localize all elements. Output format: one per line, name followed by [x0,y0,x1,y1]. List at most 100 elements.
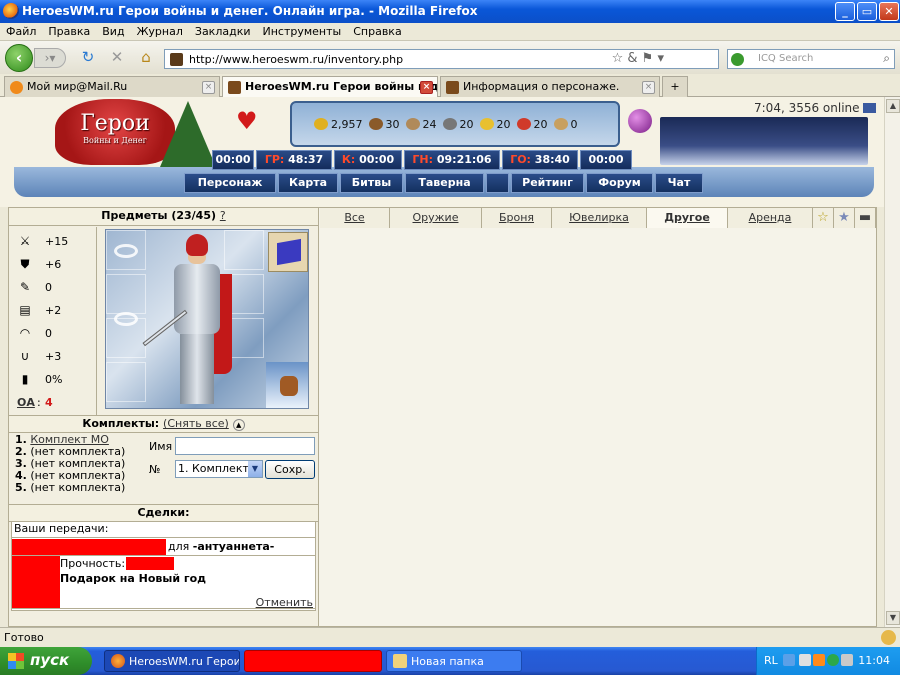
new-tab-button[interactable]: + [662,76,688,97]
stat-value: 0 [45,327,52,340]
timer: 00:00 [212,150,254,170]
ring-icon[interactable] [114,312,138,326]
game-nav-button[interactable]: Карта [278,173,338,193]
tray-media-icon[interactable] [813,654,825,666]
search-icon[interactable]: ⌕ [883,51,890,66]
tray-app-icon[interactable] [799,654,811,666]
chevron-down-icon[interactable]: ▼ [248,461,262,477]
oa-link[interactable]: ОА [17,396,35,409]
set-name-input[interactable] [175,437,315,455]
taskbar-folder[interactable]: Новая папка [386,650,522,672]
tray-volume-icon[interactable] [841,654,853,666]
url-bar[interactable]: http://www.heroeswm.ru/inventory.php ☆ &… [164,49,719,69]
menu-view[interactable]: Вид [96,23,130,38]
game-nav-button[interactable]: Таверна [405,173,484,193]
chest-icon[interactable]: ▬ [855,208,876,228]
status-bar: Готово [0,627,900,647]
game-nav-button[interactable]: Рейтинг [511,173,584,193]
help-link[interactable]: ? [220,209,226,222]
tab-mailru[interactable]: Мой мир@Mail.Ru × [4,76,220,97]
resource-row: 2,957 30 24 20 20 20 0 [314,118,604,136]
set-number-select[interactable]: 1. Комплект ▼ [175,460,263,478]
menu-file[interactable]: Файл [0,23,42,38]
save-set-button[interactable]: Сохр. [265,460,315,479]
game-nav-spacer [486,173,509,193]
taskbar-firefox[interactable]: HeroesWM.ru Герои ... [104,650,240,672]
scroll-down-icon[interactable]: ▼ [886,611,900,625]
start-button[interactable]: пуск [0,647,92,675]
stop-icon[interactable]: ✕ [107,49,127,66]
spellbook-slot[interactable] [268,232,308,272]
number-label: № [149,463,161,476]
forward-arrow-icon[interactable]: ›▾ [34,48,66,68]
search-placeholder[interactable]: ICQ Search [758,53,813,64]
menu-help[interactable]: Справка [347,23,407,38]
status-smiley-icon[interactable] [881,630,896,645]
timer-label: ГР: [264,153,285,166]
game-nav-button[interactable]: Чат [655,173,703,193]
folder-icon [393,654,407,668]
stat-value: 0 [45,281,52,294]
window-title-bar: HeroesWM.ru Герои войны и денег. Онлайн … [0,0,900,23]
menu-history[interactable]: Журнал [131,23,189,38]
timer-value: 00:00 [215,153,251,166]
game-nav-button[interactable]: Форум [586,173,653,193]
category-tab[interactable]: Аренда [728,208,813,228]
spellbook-icon: ▤ [19,303,31,317]
close-button[interactable]: ✕ [879,2,899,21]
collapse-icon[interactable]: ▲ [232,419,245,431]
category-tab[interactable]: Оружие [390,208,482,228]
home-icon[interactable]: ⌂ [136,49,156,66]
taskbar-label: Новая папка [411,655,484,668]
back-arrow-icon[interactable]: ‹ [5,44,33,72]
tray-help-icon[interactable] [783,654,795,666]
category-tab[interactable]: Броня [482,208,552,228]
language-indicator[interactable]: RL [764,654,778,667]
stat-row: ⚔ +15 [17,233,97,251]
deal-recipient[interactable]: -антуаннета- [193,540,275,553]
search-box[interactable]: ICQ Search ⌕ [727,49,895,69]
tab-heroeswm[interactable]: HeroesWM.ru Герои войны и ден... × [222,76,438,98]
ring-icon[interactable] [114,244,138,258]
star-filled-icon[interactable]: ★ [834,208,855,228]
category-tab[interactable]: Ювелирка [552,208,647,228]
page-scrollbar[interactable]: ▲ ▼ [884,97,900,627]
resource-icon [479,118,494,130]
scroll-up-icon[interactable]: ▲ [886,99,900,113]
tab-character-info[interactable]: Информация о персонаже. × [440,76,660,97]
taskbar-redacted[interactable] [244,650,382,672]
resource-icon [314,118,328,130]
equip-slot[interactable] [106,362,146,402]
timer-value: 38:40 [534,153,570,166]
reload-icon[interactable]: ↻ [78,49,98,66]
cancel-deal-link[interactable]: Отменить [256,596,313,609]
mail-icon[interactable] [863,103,877,113]
category-tab[interactable]: Другое [647,208,728,228]
bookmark-star-icon[interactable]: ☆ & ⚑ ▾ [612,51,664,66]
heart-icon[interactable]: ♥ [236,107,258,135]
wand-icon: ✎ [19,280,31,294]
menu-edit[interactable]: Правка [42,23,96,38]
minimize-button[interactable]: _ [835,2,855,21]
star-outline-icon[interactable]: ☆ [813,208,834,228]
tab-close-icon[interactable]: × [420,81,433,94]
tray-network-icon[interactable] [827,654,839,666]
menu-tools[interactable]: Инструменты [257,23,348,38]
maximize-button[interactable]: ▭ [857,2,877,21]
potion-orb-icon[interactable] [628,109,652,133]
deal-for: для [168,540,190,553]
game-nav-button[interactable]: Битвы [340,173,403,193]
game-logo[interactable]: Герои Войны и Денег [55,99,175,165]
tab-close-icon[interactable]: × [642,81,655,94]
url-text[interactable]: http://www.heroeswm.ru/inventory.php [189,53,403,66]
equip-slot[interactable] [106,274,146,314]
stat-row: ✎ 0 [17,279,97,297]
category-tab[interactable]: Все [320,208,390,228]
remove-all-link[interactable]: (Снять все) [163,417,229,430]
game-nav-button[interactable]: Персонаж [184,173,276,193]
sword-icon: ⚔ [19,234,31,248]
menu-bookmarks[interactable]: Закладки [189,23,257,38]
reindeer-slot[interactable] [266,362,308,408]
heroeswm-icon [446,81,459,94]
tab-close-icon[interactable]: × [202,81,215,94]
